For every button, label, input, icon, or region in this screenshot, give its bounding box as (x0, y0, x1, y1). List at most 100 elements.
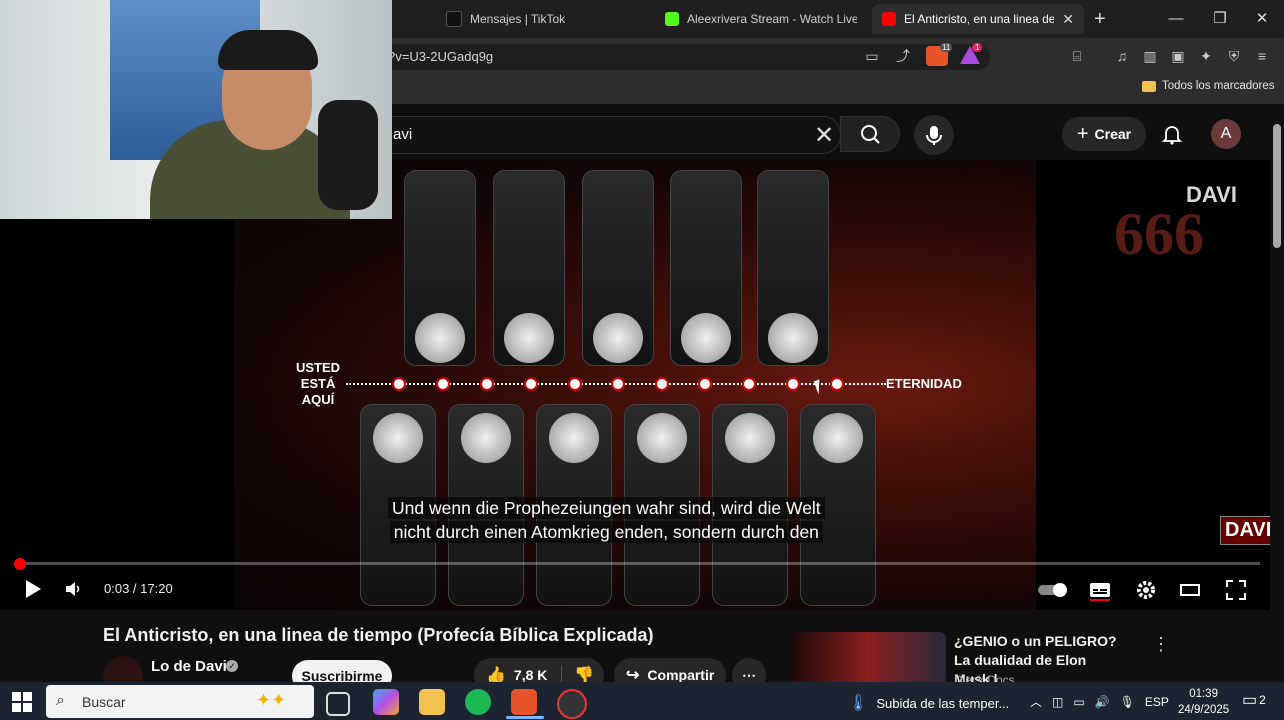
clock-date: 24/9/2025 (1178, 704, 1230, 716)
camera-icon[interactable]: ◫ (1052, 695, 1063, 709)
timeline-dot (786, 377, 800, 391)
search-highlight-icon: ✦✦ (256, 690, 287, 710)
fullscreen-button[interactable] (1224, 578, 1248, 602)
verified-icon: ✓ (226, 660, 238, 672)
video-title: El Anticristo, en una linea de tiempo (P… (103, 625, 654, 645)
watermark-number: 666 (1114, 201, 1204, 267)
volume-icon (66, 582, 80, 596)
timeline-card (670, 170, 742, 366)
microphone-tray-icon[interactable]: 🎙 (1120, 695, 1135, 709)
search-icon: ⌕ (56, 692, 65, 709)
recommended-more-icon[interactable]: ⋮ (1152, 634, 1170, 655)
network-icon[interactable]: ▭ (1073, 695, 1084, 709)
scrubber-handle[interactable] (13, 558, 26, 570)
close-tab-icon[interactable]: ✕ (1062, 11, 1074, 28)
start-button[interactable] (12, 692, 32, 717)
time-display: 0:03 / 17:20 (104, 581, 173, 596)
subtitles-button[interactable] (1088, 578, 1112, 602)
recommended-video-thumbnail[interactable] (790, 632, 946, 684)
voice-search-button[interactable] (914, 115, 954, 155)
autoplay-icon (1038, 583, 1067, 597)
label-line: USTED (296, 360, 341, 375)
microphone-icon (926, 126, 942, 145)
video-player[interactable]: 666 DAVI USTED ESTÁ AQUÍ ETERNIDAD DAVI … (0, 160, 1270, 610)
taskbar-search-placeholder: Buscar (82, 694, 126, 710)
brave-browser-icon[interactable] (511, 689, 537, 715)
search-icon (861, 125, 880, 144)
you-are-here-label: USTED ESTÁ AQUÍ (296, 360, 340, 408)
fullscreen-icon (1226, 580, 1246, 600)
tab-label: El Anticristo, en una linea de t (904, 12, 1054, 26)
new-tab-button[interactable]: + (1094, 8, 1106, 31)
vpn-icon[interactable]: ⛨ (1224, 46, 1244, 66)
play-icon (26, 580, 41, 598)
kick-icon (665, 12, 679, 26)
captions: Und wenn die Prophezeiungen wahr sind, w… (388, 496, 825, 544)
task-view-icon[interactable] (326, 692, 350, 716)
notifications-button[interactable]: ▭ 2 (1242, 690, 1266, 710)
timeline-dot (830, 377, 844, 391)
chevron-up-icon[interactable]: ︿ (1030, 693, 1042, 710)
timeline-dot (524, 377, 538, 391)
plus-icon: + (1076, 122, 1089, 145)
all-bookmarks-label: Todos los marcadores (1162, 80, 1275, 92)
share-icon[interactable]: ⤴ (893, 46, 913, 66)
copilot-icon[interactable] (373, 689, 399, 715)
sidebar-icon[interactable]: ▥ (1140, 46, 1160, 66)
settings-button[interactable] (1134, 578, 1158, 602)
speaker-icon[interactable]: 🔊 (1095, 695, 1110, 709)
chat-icon: ▭ (1242, 692, 1258, 709)
app-icon[interactable] (557, 689, 587, 719)
close-window-button[interactable]: ✕ (1250, 8, 1274, 30)
all-bookmarks-button[interactable]: Todos los marcadores (1142, 80, 1275, 92)
timeline-card (404, 170, 476, 366)
minimize-button[interactable]: — (1164, 8, 1188, 30)
maximize-button[interactable]: ❐ (1208, 8, 1232, 30)
tab-search-icon[interactable]: ⌸ (1067, 46, 1087, 66)
webcam-overlay (0, 0, 392, 219)
clear-search-icon[interactable]: ✕ (814, 121, 834, 150)
play-button[interactable] (24, 578, 44, 605)
mute-button[interactable] (64, 579, 84, 604)
tab-kick-stream[interactable]: Aleexrivera Stream - Watch Live · (655, 4, 867, 34)
scrollbar-thumb[interactable] (1273, 124, 1281, 248)
spotify-icon[interactable] (465, 689, 491, 715)
timeline-card (582, 170, 654, 366)
search-button[interactable] (840, 116, 900, 152)
channel-name[interactable]: Lo de Davi (151, 658, 227, 675)
tab-tiktok[interactable]: Mensajes | TikTok (436, 4, 648, 34)
eternity-label: ETERNIDAD (886, 376, 962, 391)
timeline-dot (698, 377, 712, 391)
timeline-card (757, 170, 829, 366)
account-avatar[interactable]: A (1211, 119, 1241, 149)
media-icon[interactable]: ♫ (1112, 46, 1132, 66)
channel-watermark[interactable]: DAVI (1220, 516, 1270, 545)
file-explorer-icon[interactable] (419, 689, 445, 715)
like-count[interactable]: 7,8 K (514, 667, 547, 683)
menu-icon[interactable]: ≡ (1252, 46, 1272, 66)
timeline-dot (436, 377, 450, 391)
tiktok-icon (446, 11, 462, 27)
notifications-bell-icon[interactable] (1160, 122, 1184, 146)
channel-logo-text: DAVI (1186, 182, 1237, 207)
weather-text: Subida de las temper... (876, 695, 1010, 711)
timeline-dot (568, 377, 582, 391)
cast-icon[interactable]: ▭ (862, 46, 882, 66)
create-button[interactable]: + Crear (1062, 117, 1146, 151)
shield-count-badge: 11 (940, 43, 953, 52)
address-bar-text: ?v=U3-2UGadq9g (388, 49, 494, 64)
autoplay-toggle[interactable] (1036, 578, 1070, 602)
clock[interactable]: 01:39 24/9/2025 (1178, 686, 1229, 718)
folder-icon (1142, 80, 1156, 92)
timeline-card (493, 170, 565, 366)
weather-widget[interactable]: 🌡 Subida de las temper... (848, 693, 1009, 713)
youtube-search-input[interactable] (385, 116, 841, 154)
leo-ai-icon[interactable]: ✦ (1196, 46, 1216, 66)
wallet-icon[interactable]: ▣ (1168, 46, 1188, 66)
label-line: ESTÁ (300, 376, 336, 391)
tab-youtube-active[interactable]: El Anticristo, en una linea de t ✕ (872, 4, 1084, 34)
theater-mode-button[interactable] (1178, 578, 1202, 602)
language-indicator[interactable]: ESP (1145, 695, 1169, 709)
progress-bar[interactable] (14, 562, 1260, 565)
timeline-dot (655, 377, 669, 391)
